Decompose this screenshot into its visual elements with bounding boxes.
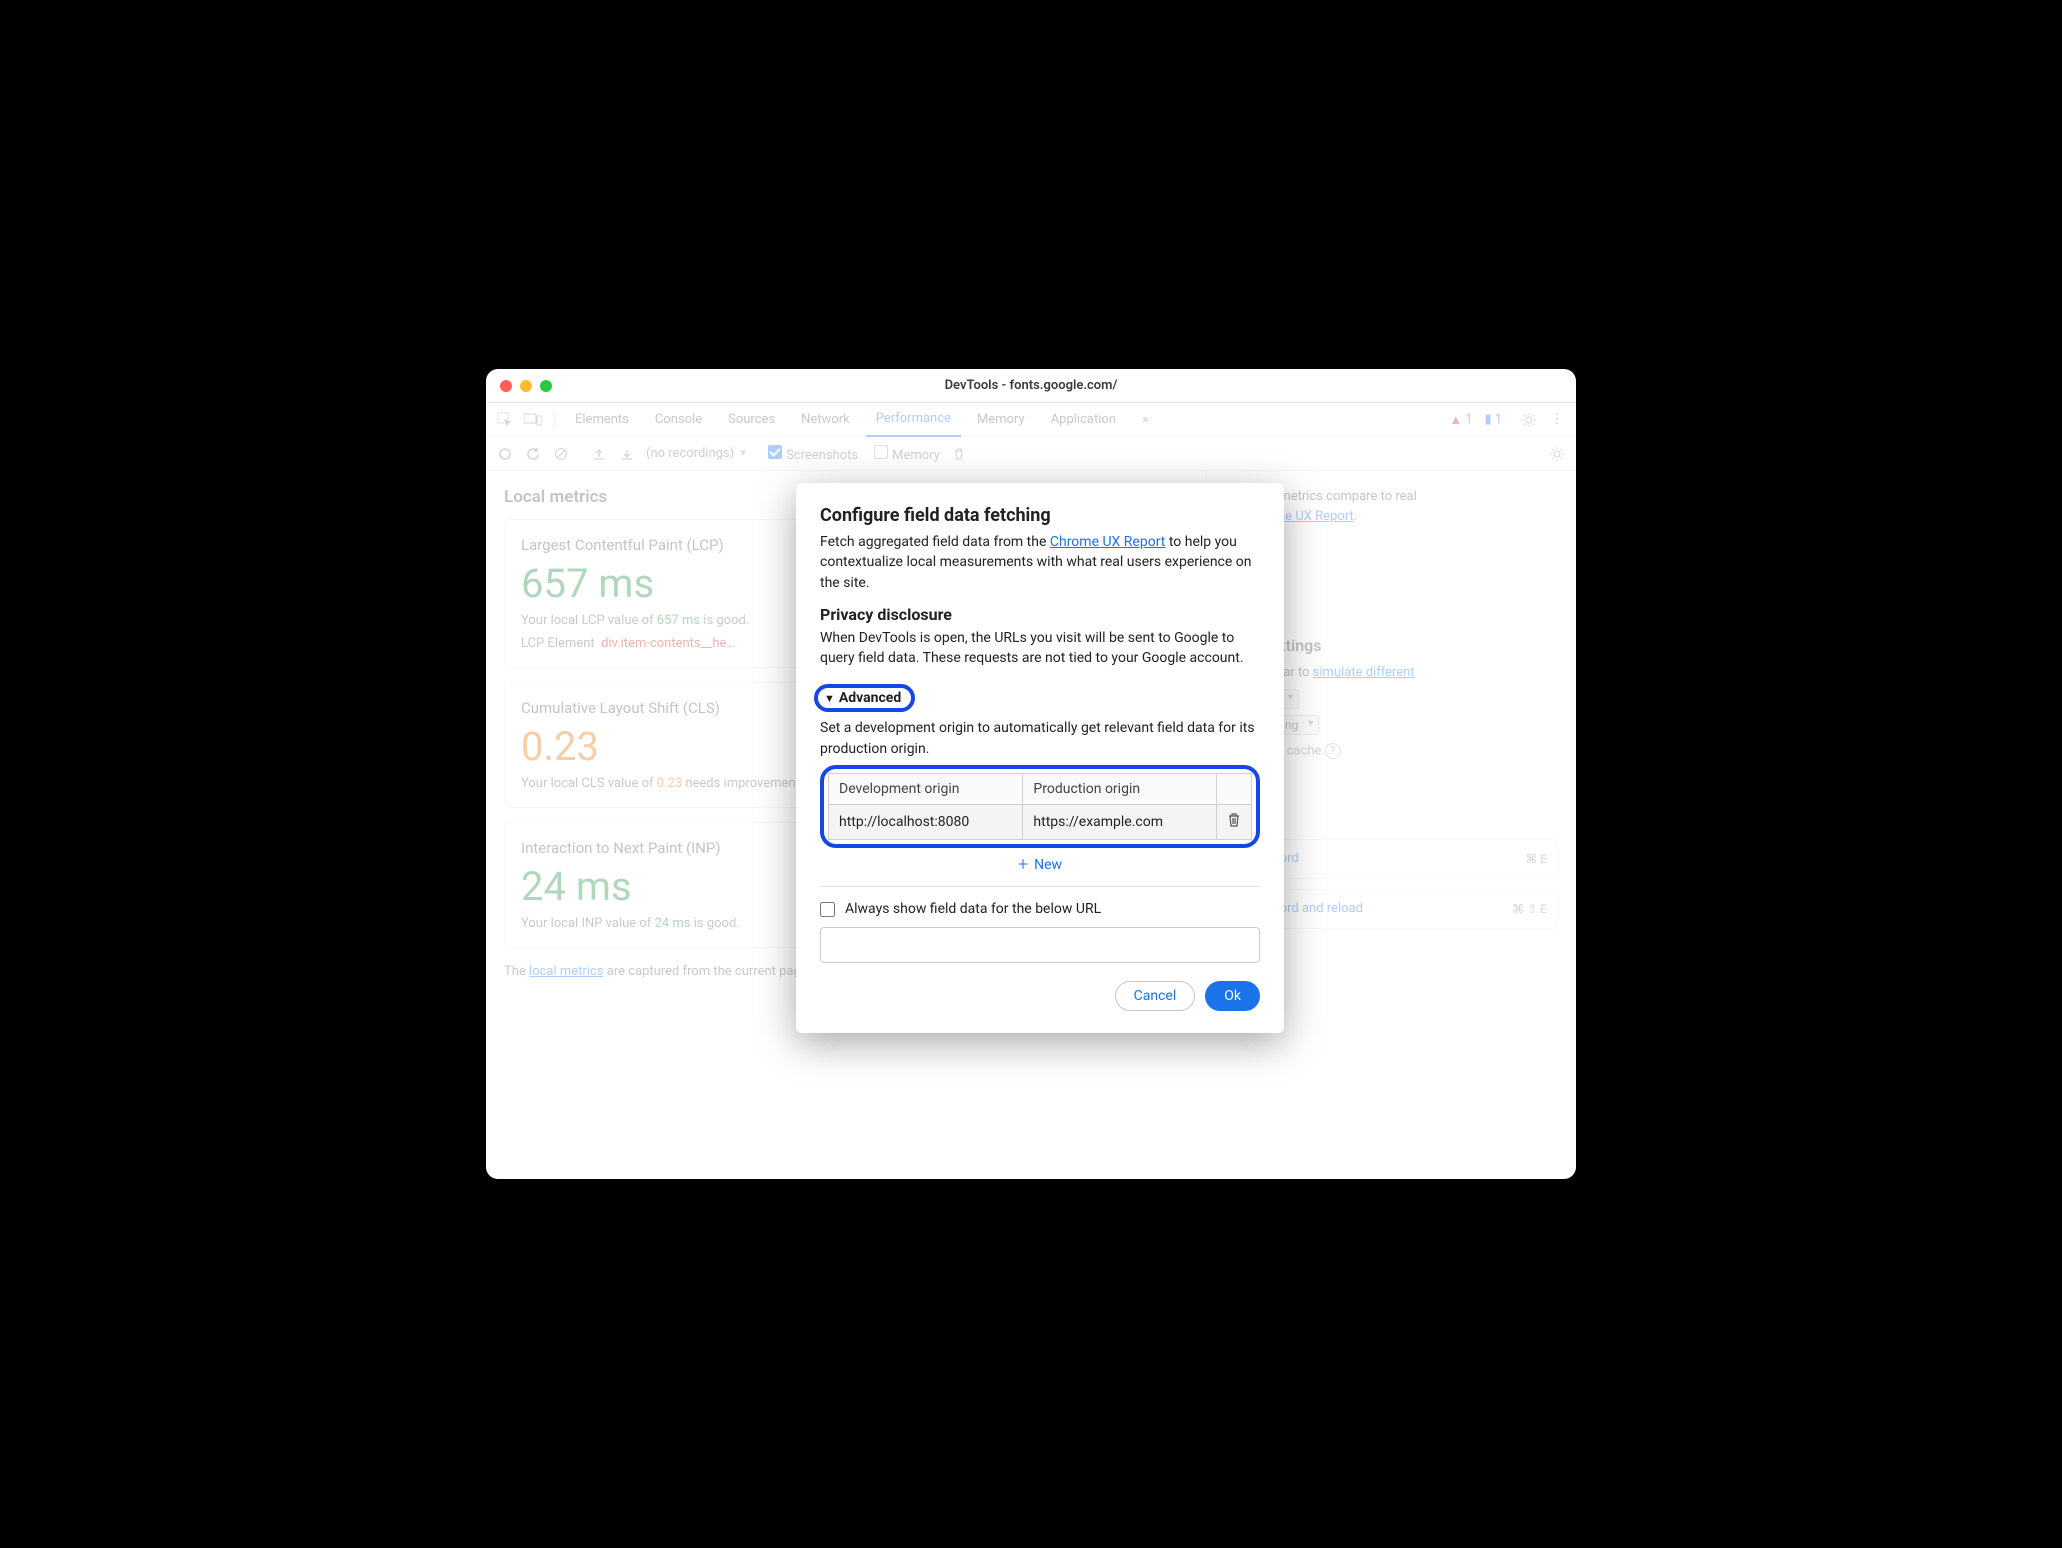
record-icon[interactable] (496, 445, 514, 463)
privacy-heading: Privacy disclosure (820, 605, 1260, 624)
always-show-checkbox[interactable]: Always show field data for the below URL (820, 901, 1260, 917)
local-metrics-link[interactable]: local metrics (529, 964, 603, 979)
help-icon[interactable]: ? (1325, 743, 1341, 759)
trash-icon[interactable] (950, 445, 968, 463)
info-count: 1 (1495, 412, 1502, 427)
recordings-dropdown[interactable]: (no recordings) ▼ (646, 446, 748, 461)
screenshots-checkbox[interactable]: Screenshots (768, 445, 858, 463)
override-url-input[interactable] (820, 927, 1260, 963)
origin-mapping-table: Development origin Production origin htt… (828, 773, 1252, 840)
ok-button[interactable]: Ok (1205, 981, 1260, 1011)
main-tabbar: Elements Console Sources Network Perform… (486, 403, 1576, 437)
panel-gear-icon[interactable] (1548, 445, 1566, 463)
memory-checkbox[interactable]: Memory (874, 445, 940, 463)
th-dev-origin: Development origin (829, 774, 1023, 805)
prod-origin-cell[interactable]: https://example.com (1023, 805, 1217, 840)
th-prod-origin: Production origin (1023, 774, 1217, 805)
tab-overflow[interactable]: » (1132, 403, 1158, 437)
window-title: DevTools - fonts.google.com/ (486, 378, 1576, 393)
dev-origin-cell[interactable]: http://localhost:8080 (829, 805, 1023, 840)
tab-elements[interactable]: Elements (565, 403, 639, 437)
origin-mapping-highlight: Development origin Production origin htt… (820, 765, 1260, 848)
chevron-down-icon: ▼ (824, 692, 835, 705)
dialog-title: Configure field data fetching (820, 505, 1260, 526)
tab-network[interactable]: Network (791, 403, 860, 437)
privacy-text: When DevTools is open, the URLs you visi… (820, 628, 1260, 669)
devtools-window: DevTools - fonts.google.com/ Elements Co… (486, 369, 1576, 1179)
tab-performance[interactable]: Performance (866, 403, 961, 437)
inspect-icon[interactable] (494, 409, 516, 431)
device-toggle-icon[interactable] (522, 409, 544, 431)
close-icon[interactable] (500, 380, 512, 392)
clear-icon[interactable] (552, 445, 570, 463)
delete-row-button[interactable] (1217, 805, 1252, 840)
traffic-lights (486, 380, 552, 392)
recordings-label: (no recordings) (646, 446, 734, 461)
tab-sources[interactable]: Sources (718, 403, 785, 437)
gear-icon[interactable] (1518, 409, 1540, 431)
cancel-button[interactable]: Cancel (1115, 981, 1196, 1011)
divider (820, 886, 1260, 887)
tab-application[interactable]: Application (1041, 403, 1126, 437)
advanced-description: Set a development origin to automaticall… (820, 718, 1260, 759)
warning-badge[interactable]: ▲1 (1449, 412, 1472, 428)
configure-field-data-dialog: Configure field data fetching Fetch aggr… (796, 483, 1284, 1033)
upload-icon[interactable] (590, 445, 608, 463)
plus-icon: + (1018, 856, 1028, 874)
advanced-toggle[interactable]: ▼ Advanced (814, 684, 915, 712)
reload-icon[interactable] (524, 445, 542, 463)
add-mapping-button[interactable]: + New (820, 856, 1260, 874)
record-kbd: ⌘ E (1525, 852, 1547, 866)
kebab-icon[interactable]: ⋮ (1546, 409, 1568, 431)
download-icon[interactable] (618, 445, 636, 463)
simulate-link[interactable]: simulate different (1313, 665, 1415, 680)
minimize-icon[interactable] (520, 380, 532, 392)
warning-count: 1 (1465, 412, 1472, 427)
perf-toolbar: (no recordings) ▼ Screenshots Memory (486, 437, 1576, 471)
zoom-icon[interactable] (540, 380, 552, 392)
crux-report-link[interactable]: Chrome UX Report (1050, 534, 1165, 550)
dialog-intro: Fetch aggregated field data from the Chr… (820, 532, 1260, 593)
table-row: http://localhost:8080 https://example.co… (829, 805, 1252, 840)
titlebar: DevTools - fonts.google.com/ (486, 369, 1576, 403)
info-badge[interactable]: ▮1 (1485, 412, 1502, 427)
tab-memory[interactable]: Memory (967, 403, 1035, 437)
tab-console[interactable]: Console (645, 403, 712, 437)
record-reload-kbd: ⌘ ⇧ E (1512, 902, 1547, 916)
always-show-input[interactable] (820, 902, 835, 917)
